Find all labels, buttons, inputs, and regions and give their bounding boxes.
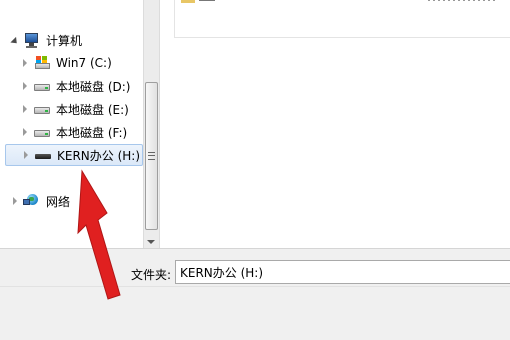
expand-arrow-icon[interactable]	[20, 128, 29, 136]
hard-drive-icon	[33, 101, 51, 117]
content-pane	[159, 0, 510, 248]
tree-item-label: 本地磁盘 (D:)	[56, 79, 131, 94]
network-icon	[23, 193, 41, 209]
expand-arrow-icon[interactable]	[21, 151, 30, 159]
divider	[0, 286, 510, 287]
nav-scrollbar[interactable]	[143, 0, 159, 248]
expand-arrow-icon[interactable]	[10, 197, 19, 205]
tree-item-network[interactable]: 网络	[10, 190, 143, 212]
tree-item-drive-h[interactable]: KERN办公 (H:)	[5, 144, 143, 166]
hard-drive-icon	[33, 124, 51, 140]
tree-item-label: Win7 (C:)	[56, 56, 112, 70]
tree-item-drive-f[interactable]: 本地磁盘 (F:)	[20, 121, 143, 143]
expand-arrow-icon[interactable]	[20, 82, 29, 90]
windows-drive-icon	[33, 55, 51, 71]
scroll-down-arrow-icon[interactable]	[147, 240, 155, 244]
grip-icon	[148, 152, 155, 160]
usb-drive-icon	[34, 147, 52, 163]
computer-icon	[23, 32, 41, 48]
tree-item-label: 本地磁盘 (E:)	[56, 102, 129, 117]
content-list	[174, 0, 510, 38]
collapse-arrow-icon[interactable]	[9, 36, 20, 46]
expand-arrow-icon[interactable]	[20, 59, 29, 67]
tree-item-label: KERN办公 (H:)	[57, 148, 141, 163]
tree-item-drive-d[interactable]: 本地磁盘 (D:)	[20, 75, 143, 97]
tree-item-label: 本地磁盘 (F:)	[56, 125, 128, 140]
hard-drive-icon	[33, 78, 51, 94]
tree-item-label: 计算机	[46, 33, 83, 48]
expand-arrow-icon[interactable]	[20, 105, 29, 113]
navigation-pane: 计算机 Win7 (C:) 本地磁盘 (D:) 本地磁盘 (E:) 本地磁盘 (…	[0, 0, 143, 248]
clipped-text	[428, 0, 498, 1]
clipped-text	[199, 0, 215, 1]
tree-item-drive-e[interactable]: 本地磁盘 (E:)	[20, 98, 143, 120]
scroll-thumb[interactable]	[145, 82, 158, 230]
tree-item-computer[interactable]: 计算机	[9, 29, 143, 51]
tree-item-label: 网络	[46, 194, 71, 209]
folder-input[interactable]	[175, 260, 510, 284]
tree-item-drive-c[interactable]: Win7 (C:)	[20, 52, 143, 74]
folder-panel: 文件夹:	[0, 248, 510, 340]
folder-icon	[181, 0, 195, 3]
folder-label: 文件夹:	[131, 268, 172, 282]
